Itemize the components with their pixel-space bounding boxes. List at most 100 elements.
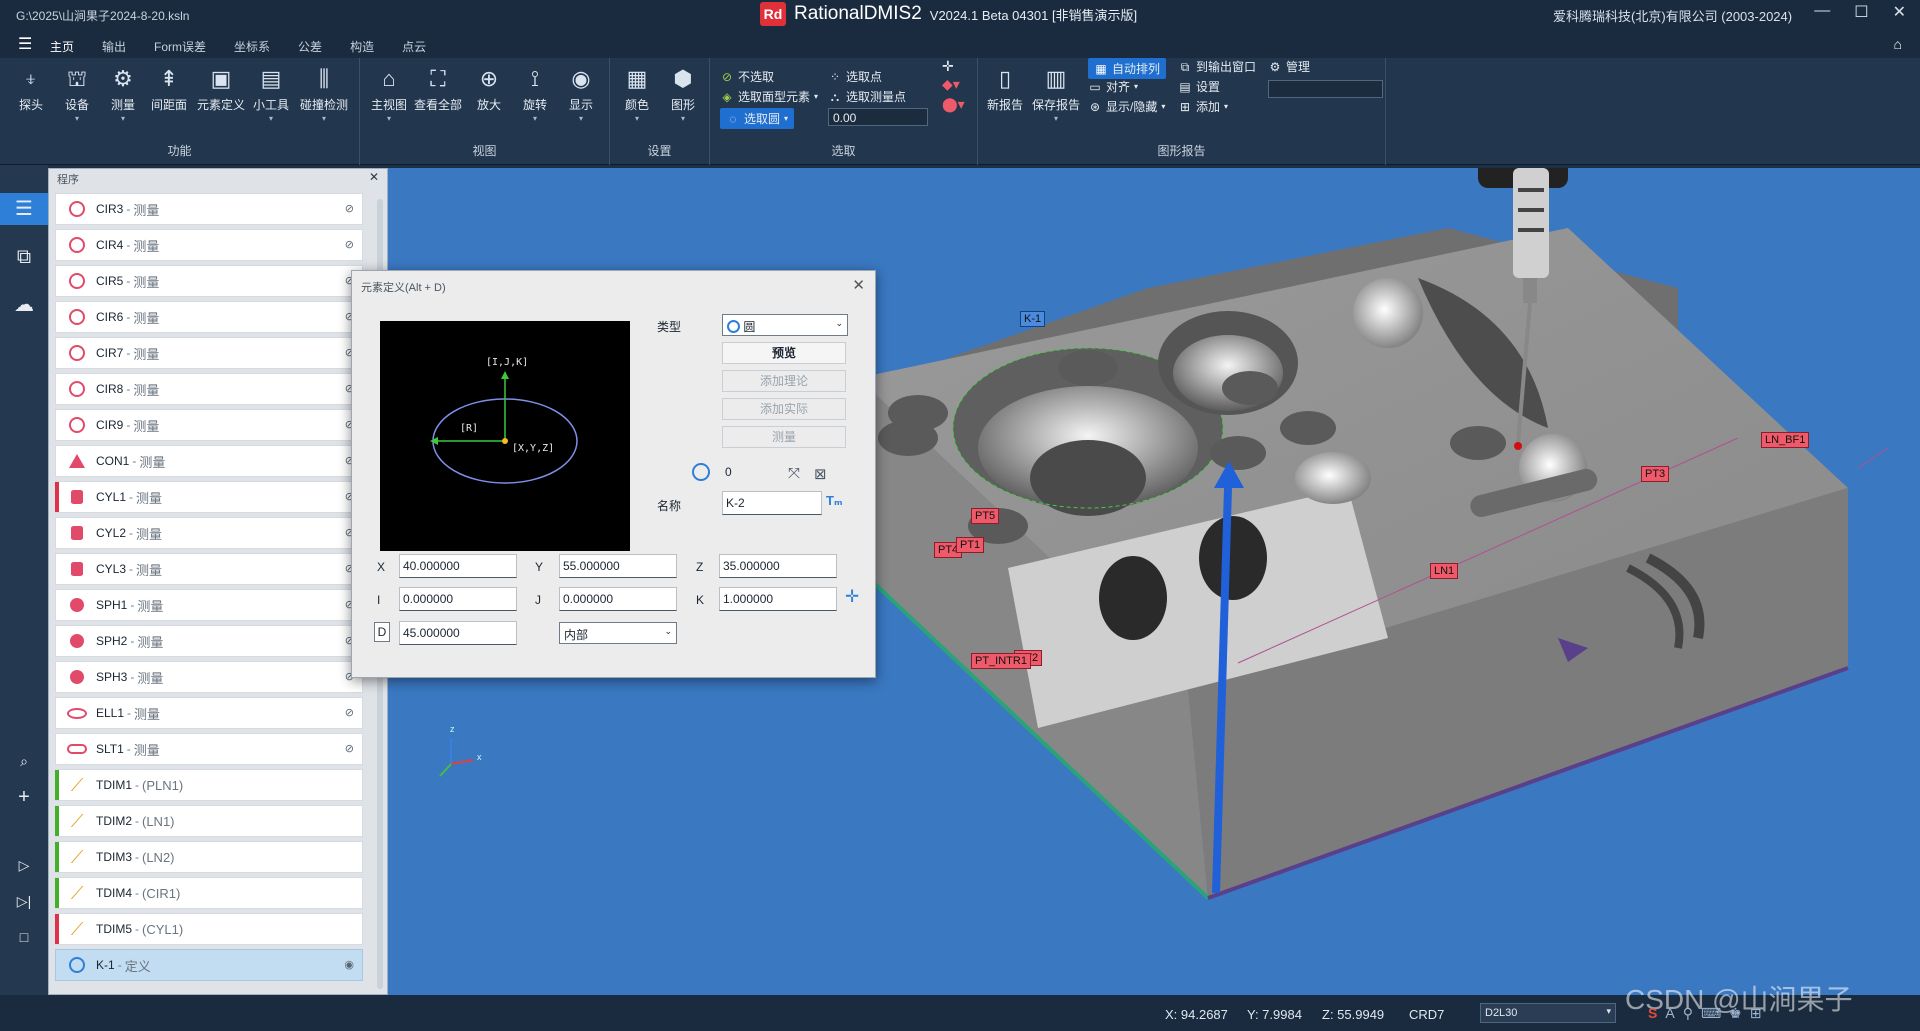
cube-icon[interactable]: ◆▾	[942, 76, 960, 93]
cloud-icon[interactable]: ☁	[8, 289, 40, 321]
program-item[interactable]: ELL1- 测量 ⊘	[55, 697, 363, 729]
program-item[interactable]: ⟋ TDIM4- (CIR1)	[55, 877, 363, 909]
program-list-icon[interactable]: ☰	[0, 193, 48, 225]
z-input[interactable]: 35.000000	[719, 554, 837, 578]
circle-icon[interactable]	[692, 463, 710, 481]
vector-direction-icon[interactable]: ✛	[845, 587, 859, 607]
program-item[interactable]: SLT1- 测量 ⊘	[55, 733, 363, 765]
tag-pt3[interactable]: PT3	[1641, 466, 1670, 482]
stop-icon[interactable]: □	[8, 921, 40, 953]
zoom-tool[interactable]: ⊕ 放大	[466, 66, 512, 113]
hierarchy-icon[interactable]: ⌂	[1894, 36, 1902, 52]
grid-icon[interactable]: ⊞	[1750, 1005, 1762, 1022]
program-item[interactable]: SPH3- 测量 ⊘	[55, 661, 363, 693]
preview-button[interactable]: 预览	[722, 342, 846, 364]
program-item[interactable]: CYL3- 测量 ⊘	[55, 553, 363, 585]
x-input[interactable]: 40.000000	[399, 554, 517, 578]
search-icon[interactable]: ⌕	[8, 745, 40, 777]
tag-ln1[interactable]: LN1	[1430, 563, 1459, 579]
program-item[interactable]: CIR4- 测量 ⊘	[55, 229, 363, 261]
rotate-tool[interactable]: ⟟ 旋转 ▾	[512, 66, 558, 123]
dialog-close-icon[interactable]: ✕	[852, 276, 865, 294]
font-icon[interactable]: A	[1665, 1005, 1674, 1022]
tree-view-icon[interactable]: ⧉	[8, 241, 40, 273]
new-report-tool[interactable]: ▯ 新报告	[982, 66, 1028, 113]
y-input[interactable]: 55.000000	[559, 554, 677, 578]
program-item[interactable]: ⟋ TDIM2- (LN1)	[55, 805, 363, 837]
minimize-icon[interactable]: —	[1814, 2, 1830, 22]
program-item[interactable]: CYL1- 测量 ⊘	[55, 481, 363, 513]
hidden-eye-icon[interactable]: ⊘	[345, 742, 354, 755]
program-item[interactable]: SPH1- 测量 ⊘	[55, 589, 363, 621]
display-tool[interactable]: ◉ 显示 ▾	[558, 66, 604, 123]
measure-button[interactable]: 测量	[722, 426, 846, 448]
to-output-item[interactable]: ⧉ 到输出窗口	[1178, 58, 1256, 75]
tag-pt-intr1[interactable]: PT_INTR1	[971, 653, 1031, 669]
tag-pt1[interactable]: PT1	[956, 537, 985, 553]
points-icon[interactable]: ⬤▾	[942, 96, 965, 113]
delete-point-icon[interactable]: ⊠	[814, 465, 827, 483]
type-select[interactable]: 圆 ⌄	[722, 314, 848, 336]
select-point-item[interactable]: ⁘ 选取点	[828, 68, 882, 85]
tag-k1[interactable]: K-1	[1020, 311, 1046, 327]
program-item[interactable]: K-1- 定义 ◉	[55, 949, 363, 981]
report-dropdown[interactable]	[1268, 80, 1383, 98]
no-select-item[interactable]: ⊘ 不选取	[720, 68, 774, 85]
view-all-tool[interactable]: ⛶ 查看全部	[412, 66, 464, 113]
k-input[interactable]: 1.000000	[719, 587, 837, 611]
report-settings-item[interactable]: ▤ 设置	[1178, 78, 1220, 95]
align-item[interactable]: ▭ 对齐 ▾	[1088, 78, 1138, 95]
small-tools[interactable]: ▤ 小工具 ▾	[248, 66, 294, 123]
text-format-icon[interactable]: Tₘ	[826, 493, 843, 509]
j-input[interactable]: 0.000000	[559, 587, 677, 611]
ime-icon[interactable]: S	[1648, 1005, 1657, 1022]
name-input[interactable]: K-2	[722, 491, 822, 515]
hidden-eye-icon[interactable]: ⊘	[345, 202, 354, 215]
program-item[interactable]: CIR7- 测量 ⊘	[55, 337, 363, 369]
device-tool[interactable]: ⛫ 设备 ▾	[54, 66, 100, 123]
program-item[interactable]: CIR9- 测量 ⊘	[55, 409, 363, 441]
diameter-input[interactable]: 45.000000	[399, 621, 517, 645]
tolerance-input[interactable]: 0.00	[828, 108, 928, 126]
close-icon[interactable]: ✕	[1893, 2, 1906, 22]
step-icon[interactable]: ▷|	[8, 885, 40, 917]
maximize-icon[interactable]: ☐	[1854, 2, 1868, 22]
select-measured-item[interactable]: ⛬ 选取测量点	[828, 88, 906, 105]
program-item[interactable]: ⟋ TDIM1- (PLN1)	[55, 769, 363, 801]
program-item[interactable]: CYL2- 测量 ⊘	[55, 517, 363, 549]
mic-icon[interactable]: ⚲	[1683, 1005, 1693, 1022]
shirt-icon[interactable]: ♚	[1729, 1005, 1742, 1022]
play-icon[interactable]: ▷	[8, 849, 40, 881]
tag-ln-bf1[interactable]: LN_BF1	[1761, 432, 1810, 448]
hidden-eye-icon[interactable]: ⊘	[345, 706, 354, 719]
select-face-item[interactable]: ◈ 选取面型元素 ▾	[720, 88, 818, 105]
program-item[interactable]: CIR5- 测量 ⊘	[55, 265, 363, 297]
color-tool[interactable]: ▦ 颜色 ▾	[614, 66, 660, 123]
program-item[interactable]: ⟋ TDIM3- (LN2)	[55, 841, 363, 873]
probe-tip-select[interactable]: D2L30 ▾	[1480, 1003, 1616, 1023]
select-circle-button[interactable]: ◌ 选取圆 ▾	[720, 108, 795, 129]
program-item[interactable]: SPH2- 测量 ⊘	[55, 625, 363, 657]
show-hide-item[interactable]: ⊛ 显示/隐藏 ▾	[1088, 98, 1165, 115]
panel-close-icon[interactable]: ✕	[369, 170, 379, 184]
program-item[interactable]: ⟋ TDIM5- (CYL1)	[55, 913, 363, 945]
program-item[interactable]: CIR3- 测量 ⊘	[55, 193, 363, 225]
add-item[interactable]: ⊞ 添加 ▾	[1178, 98, 1228, 115]
add-icon[interactable]: +	[8, 781, 40, 813]
save-report-tool[interactable]: ▥ 保存报告 ▾	[1030, 66, 1082, 123]
program-item[interactable]: CIR6- 测量 ⊘	[55, 301, 363, 333]
hamburger-menu-icon[interactable]: ☰	[18, 34, 32, 54]
spacing-plane-tool[interactable]: ⇞ 间距面	[146, 66, 192, 113]
crosshair-icon[interactable]: ✛	[942, 58, 954, 75]
clear-points-icon[interactable]: ⤧	[788, 465, 800, 482]
hidden-eye-icon[interactable]: ⊘	[345, 238, 354, 251]
feature-define-tool[interactable]: ▣ 元素定义	[196, 66, 246, 113]
add-actual-button[interactable]: 添加实际	[722, 398, 846, 420]
auto-arrange-button[interactable]: ▦ 自动排列	[1088, 58, 1167, 79]
add-theory-button[interactable]: 添加理论	[722, 370, 846, 392]
tag-pt5[interactable]: PT5	[971, 508, 1000, 524]
program-item[interactable]: CIR8- 测量 ⊘	[55, 373, 363, 405]
collision-check-tool[interactable]: ⫼ 碰撞检测 ▾	[296, 66, 352, 123]
keyboard-icon[interactable]: ⌨	[1701, 1005, 1721, 1022]
eye-icon[interactable]: ◉	[344, 958, 354, 971]
